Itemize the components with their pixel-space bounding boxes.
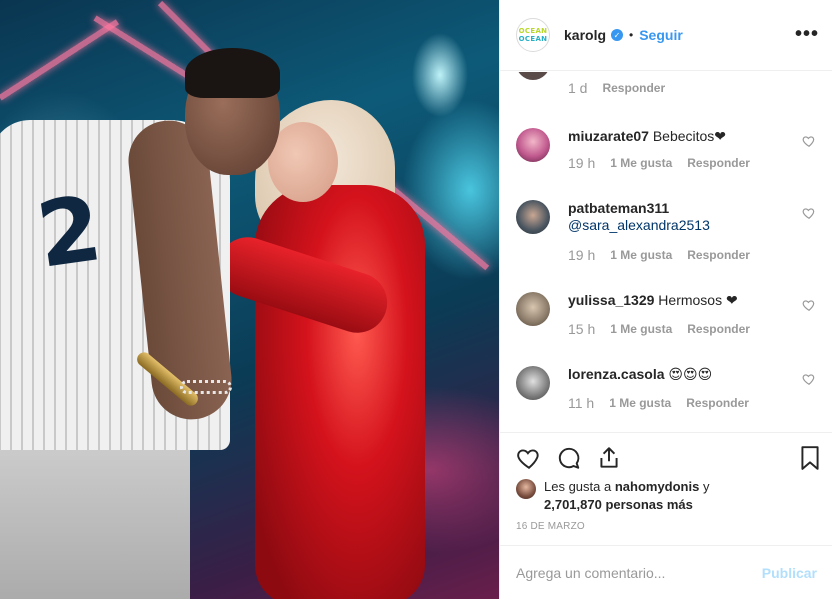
separator-dot: • <box>629 28 634 42</box>
comment-avatar[interactable] <box>516 366 550 400</box>
heart-outline-icon[interactable] <box>516 445 542 471</box>
profile-avatar[interactable]: OCEAN OCEAN <box>516 18 550 52</box>
post-actions <box>500 432 832 482</box>
ocean-logo: OCEAN OCEAN <box>518 20 548 50</box>
comment-username[interactable]: lorenza.casola <box>568 366 665 382</box>
post-date[interactable]: 16 DE MARZO <box>516 521 585 532</box>
bookmark-icon[interactable] <box>799 445 821 471</box>
publish-button[interactable]: Publicar <box>762 565 817 581</box>
reply-button[interactable]: Responder <box>687 156 750 170</box>
logo-line-2: OCEAN <box>518 35 548 43</box>
comment-avatar[interactable] <box>516 200 550 234</box>
likes-prefix: Les gusta a <box>544 479 615 494</box>
comment-time: 19 h <box>568 247 596 263</box>
comment-bubble-icon[interactable] <box>556 445 582 471</box>
comment-like-heart-icon[interactable] <box>802 134 816 148</box>
reply-button[interactable]: Responder <box>687 322 750 336</box>
comment-time: 11 h <box>568 395 595 411</box>
comment-time: 19 h <box>568 155 596 171</box>
logo-line-1: OCEAN <box>518 27 548 35</box>
comment-body: 😍😍😍 <box>664 366 713 382</box>
liker-avatar[interactable] <box>516 479 536 499</box>
comment-username[interactable]: patbateman311 <box>568 200 798 217</box>
comment-avatar[interactable] <box>516 128 550 162</box>
comment-mention[interactable]: @sara_alexandra2513 <box>568 217 798 234</box>
comment-meta: 15 h 1 Me gusta Responder <box>568 321 750 337</box>
comment-meta: 11 h 1 Me gusta Responder <box>568 395 749 411</box>
stage-light-ray <box>0 19 120 101</box>
comment-avatar[interactable] <box>516 292 550 326</box>
likes-text[interactable]: Les gusta a nahomydonis y 2,701,870 pers… <box>544 478 734 514</box>
comment-likes[interactable]: 1 Me gusta <box>610 156 672 170</box>
more-options-icon[interactable]: ••• <box>795 23 819 46</box>
follow-button[interactable]: Seguir <box>639 27 683 43</box>
reply-button[interactable]: Responder <box>602 81 665 95</box>
reply-button[interactable]: Responder <box>687 248 750 262</box>
comment-text: miuzarate07 Bebecitos❤ <box>568 128 798 145</box>
likes-count[interactable]: 2,701,870 personas más <box>544 497 693 512</box>
comment-text: lorenza.casola 😍😍😍 <box>568 366 798 383</box>
comment-like-heart-icon[interactable] <box>802 298 816 312</box>
add-comment-bar: Agrega un comentario... Publicar <box>500 545 832 599</box>
verified-badge-icon: ✓ <box>611 29 624 41</box>
man-pants <box>0 430 190 599</box>
reply-button[interactable]: Responder <box>686 396 749 410</box>
liker-username[interactable]: nahomydonis <box>615 479 700 494</box>
comment-text: patbateman311 @sara_alexandra2513 <box>568 200 798 234</box>
comment-meta: 19 h 1 Me gusta Responder <box>568 155 750 171</box>
comment-like-heart-icon[interactable] <box>802 206 816 220</box>
comment-body: Hermosos ❤ <box>654 292 738 308</box>
comment-meta: 19 h 1 Me gusta Responder <box>568 247 750 263</box>
comment-likes[interactable]: 1 Me gusta <box>610 248 672 262</box>
comment-avatar[interactable] <box>516 72 550 80</box>
comment-like-heart-icon[interactable] <box>802 372 816 386</box>
comment-time: 1 d <box>568 80 588 96</box>
comment-likes[interactable]: 1 Me gusta <box>610 322 672 336</box>
bracelet <box>180 380 232 394</box>
comment-text: yulissa_1329 Hermosos ❤ <box>568 292 798 309</box>
share-icon[interactable] <box>596 445 622 471</box>
post-header: OCEAN OCEAN karolg ✓ • Seguir ••• <box>500 0 832 71</box>
man-hair <box>185 48 280 98</box>
post-username[interactable]: karolg <box>564 27 606 43</box>
likes-summary: Les gusta a nahomydonis y 2,701,870 pers… <box>516 478 734 514</box>
comments-list[interactable]: 1 d Responder miuzarate07 Bebecitos❤ 19 … <box>500 72 832 432</box>
comment-meta: 1 d Responder <box>568 80 665 96</box>
comment-likes[interactable]: 1 Me gusta <box>609 396 671 410</box>
comment-username[interactable]: yulissa_1329 <box>568 292 654 308</box>
comment-username[interactable]: miuzarate07 <box>568 128 649 144</box>
post-side-panel: OCEAN OCEAN karolg ✓ • Seguir ••• 1 d Re… <box>499 0 832 599</box>
comment-time: 15 h <box>568 321 596 337</box>
comment-input[interactable]: Agrega un comentario... <box>516 565 762 581</box>
comment-body: Bebecitos❤ <box>648 128 727 144</box>
likes-middle: y <box>699 479 710 494</box>
post-photo[interactable]: 2 <box>0 0 499 599</box>
